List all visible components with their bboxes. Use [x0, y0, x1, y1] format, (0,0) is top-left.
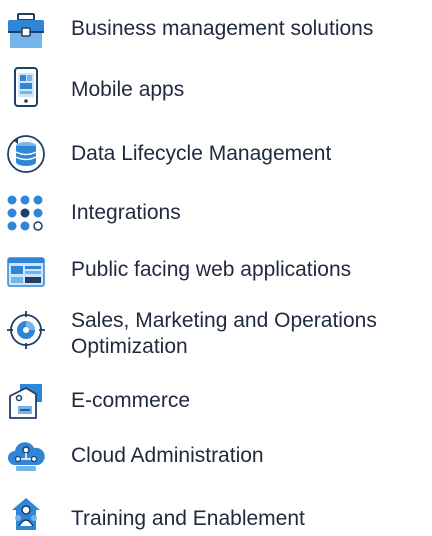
- dots-grid-icon: [6, 194, 46, 234]
- service-label: Training and Enablement: [71, 507, 305, 530]
- services-list: Business management solutions Mobile app…: [0, 0, 432, 530]
- service-label: Integrations: [71, 201, 181, 224]
- database-cycle-icon: [6, 134, 46, 174]
- price-tag-icon: [6, 382, 46, 422]
- briefcase-icon: [6, 12, 46, 52]
- service-label: Business management solutions: [71, 17, 374, 40]
- service-label: E-commerce: [71, 389, 191, 412]
- target-chart-icon: [6, 310, 46, 350]
- browser-window-icon: [6, 252, 46, 292]
- cloud-network-icon: [6, 437, 46, 477]
- service-label: Public facing web applications: [71, 258, 352, 281]
- service-label: Cloud Administration: [71, 444, 264, 467]
- service-label: Data Lifecycle Management: [71, 142, 332, 165]
- service-label: Mobile apps: [71, 78, 185, 101]
- service-label: Sales, Marketing and Operations Optimiza…: [71, 309, 377, 358]
- mobile-phone-icon: [6, 67, 46, 107]
- training-people-icon: [6, 496, 46, 536]
